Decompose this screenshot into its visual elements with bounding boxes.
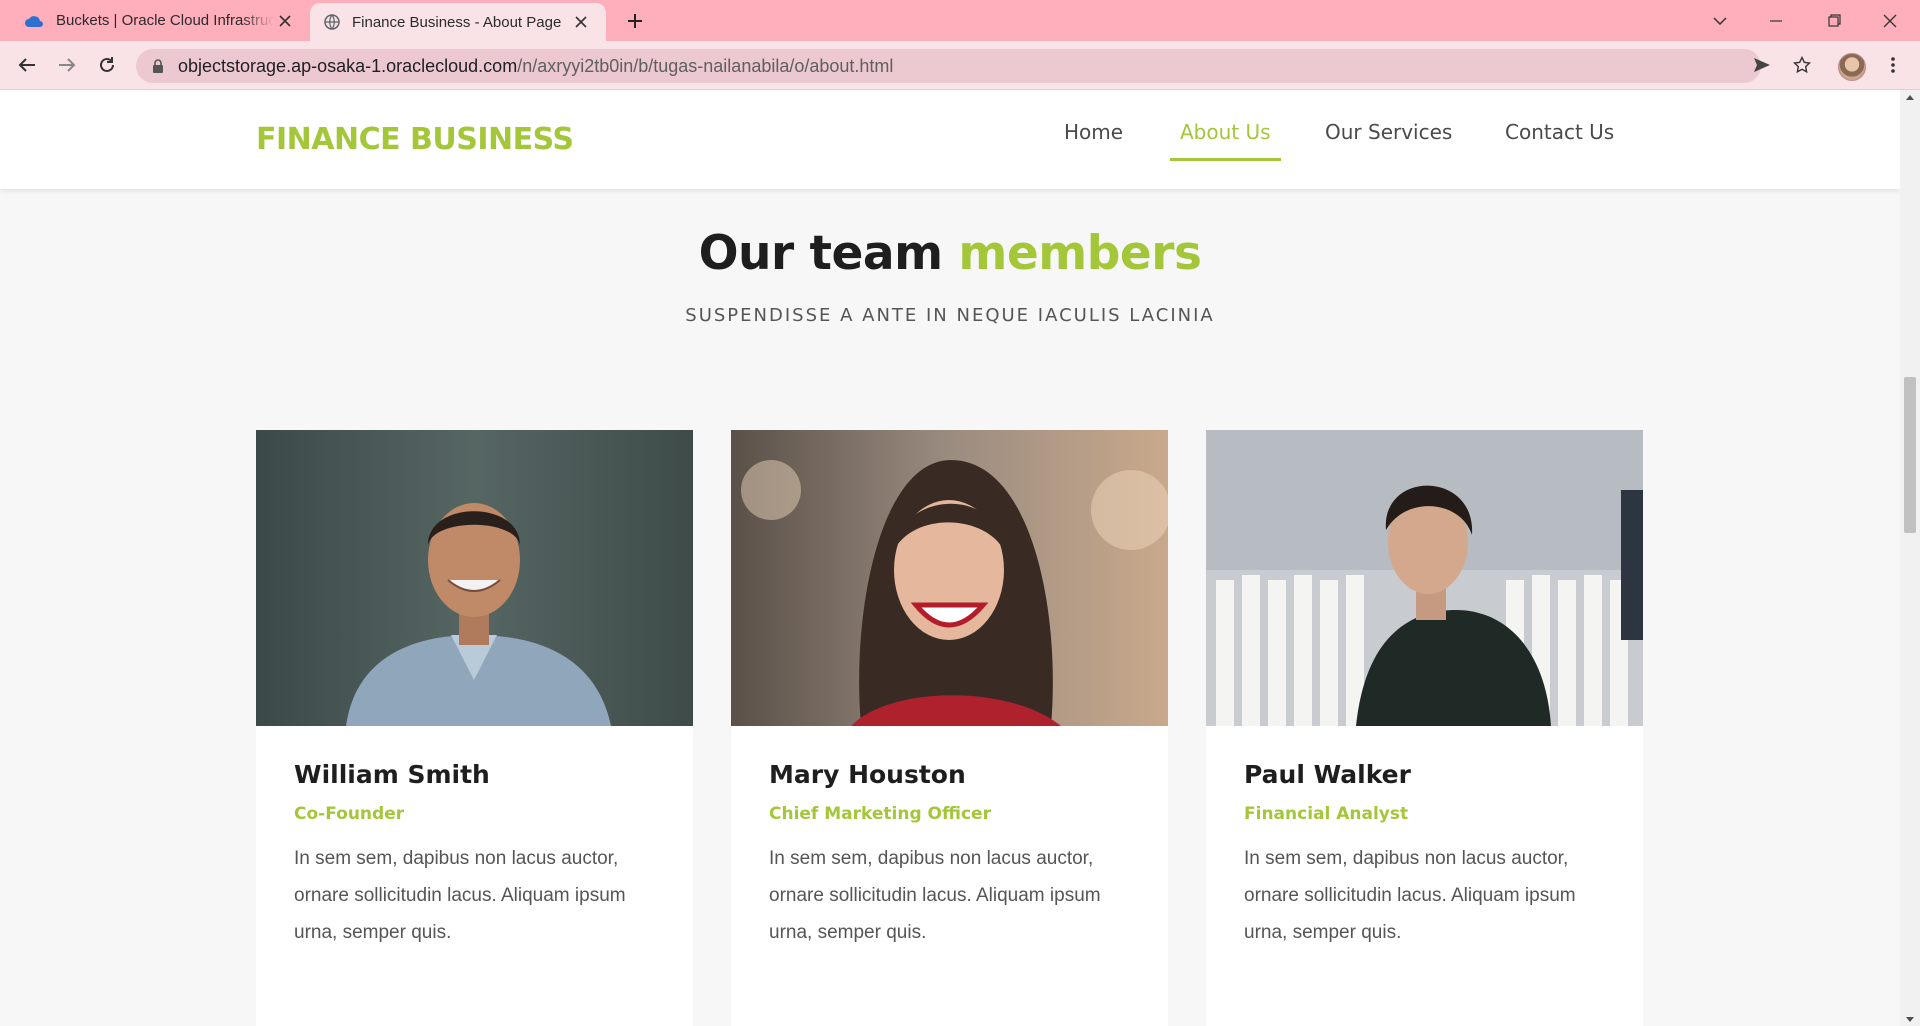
url-host: objectstorage.ap-osaka-1.oraclecloud.com: [178, 55, 518, 76]
team-member-name: Mary Houston: [769, 760, 966, 789]
forward-button[interactable]: [51, 49, 83, 81]
restore-icon: [1827, 14, 1841, 27]
close-tab-icon[interactable]: [570, 11, 592, 33]
nav-home[interactable]: Home: [1064, 120, 1123, 158]
section-title-main: Our team: [698, 226, 959, 281]
team-member-role: Chief Marketing Officer: [769, 804, 991, 824]
arrow-left-icon: [18, 58, 35, 72]
minimize-button[interactable]: [1748, 0, 1804, 41]
send-to-devices-button[interactable]: [1749, 49, 1775, 81]
section-title: Our team members: [0, 226, 1900, 281]
team-member-name: William Smith: [294, 760, 490, 789]
lock-icon: [153, 59, 163, 73]
scroll-down-arrow[interactable]: [1900, 1012, 1920, 1026]
team-member-photo: [731, 430, 1168, 726]
new-tab-button[interactable]: [622, 8, 648, 34]
arrow-right-icon: [59, 58, 76, 72]
team-member-role: Co-Founder: [294, 804, 405, 824]
browser-menu-button[interactable]: [1880, 49, 1906, 81]
bookmark-button[interactable]: [1789, 49, 1815, 81]
section-title-accent: members: [958, 226, 1202, 281]
restore-button[interactable]: [1806, 0, 1862, 41]
close-icon: [1883, 14, 1897, 27]
team-member-photo: [256, 430, 693, 726]
star-icon: [1793, 56, 1811, 74]
url-path: /n/axryyi2tb0in/b/tugas-nailanabila/o/ab…: [517, 55, 894, 76]
chevron-down-icon: [1713, 16, 1727, 25]
team-member-photo: [1206, 430, 1643, 726]
address-bar[interactable]: objectstorage.ap-osaka-1.oraclecloud.com…: [136, 49, 1761, 83]
close-window-button[interactable]: [1862, 0, 1918, 41]
tab-oracle-buckets[interactable]: Buckets | Oracle Cloud Infrastructure: [10, 0, 310, 41]
team-member-name: Paul Walker: [1244, 760, 1411, 789]
team-member-bio: In sem sem, dapibus non lacus auctor, or…: [294, 848, 626, 943]
reload-icon: [100, 57, 114, 72]
nav-our-services[interactable]: Our Services: [1325, 120, 1452, 158]
reload-button[interactable]: [91, 49, 123, 81]
tab-search-button[interactable]: [1692, 0, 1748, 41]
team-member-bio: In sem sem, dapibus non lacus auctor, or…: [1244, 848, 1576, 943]
more-vert-icon: [1891, 57, 1895, 73]
tab-title: Buckets | Oracle Cloud Infrastructure: [56, 12, 274, 29]
minimize-icon: [1770, 19, 1782, 22]
nav-contact-us[interactable]: Contact Us: [1505, 120, 1614, 158]
team-member-card: William Smith Co-Founder In sem sem, dap…: [256, 430, 693, 1026]
send-icon: [1754, 58, 1770, 72]
team-member-bio: In sem sem, dapibus non lacus auctor, or…: [769, 848, 1101, 943]
site-header: FINANCE BUSINESS Home About Us Our Servi…: [0, 90, 1900, 189]
scrollbar-thumb[interactable]: [1904, 377, 1916, 533]
page-scrollbar[interactable]: [1900, 90, 1920, 1026]
nav-about-us[interactable]: About Us: [1170, 120, 1281, 161]
globe-icon: [324, 14, 340, 30]
browser-toolbar: objectstorage.ap-osaka-1.oraclecloud.com…: [0, 41, 1920, 90]
team-member-card: Paul Walker Financial Analyst In sem sem…: [1206, 430, 1643, 1026]
profile-avatar[interactable]: [1838, 53, 1866, 81]
section-subtitle: SUSPENDISSE A ANTE IN NEQUE IACULIS LACI…: [685, 305, 1215, 326]
browser-tab-bar: Buckets | Oracle Cloud Infrastructure Fi…: [0, 0, 1920, 41]
team-member-card: Mary Houston Chief Marketing Officer In …: [731, 430, 1168, 1026]
team-member-role: Financial Analyst: [1244, 804, 1409, 824]
cloud-icon: [25, 15, 43, 27]
plus-icon: [628, 14, 642, 28]
tab-finance-business[interactable]: Finance Business - About Page: [310, 3, 606, 41]
back-button[interactable]: [11, 49, 43, 81]
page-viewport: FINANCE BUSINESS Home About Us Our Servi…: [0, 90, 1900, 1026]
close-tab-icon[interactable]: [274, 10, 296, 32]
site-logo[interactable]: FINANCE BUSINESS: [256, 122, 574, 157]
scroll-up-arrow[interactable]: [1900, 90, 1920, 104]
tab-title: Finance Business - About Page: [352, 13, 562, 31]
